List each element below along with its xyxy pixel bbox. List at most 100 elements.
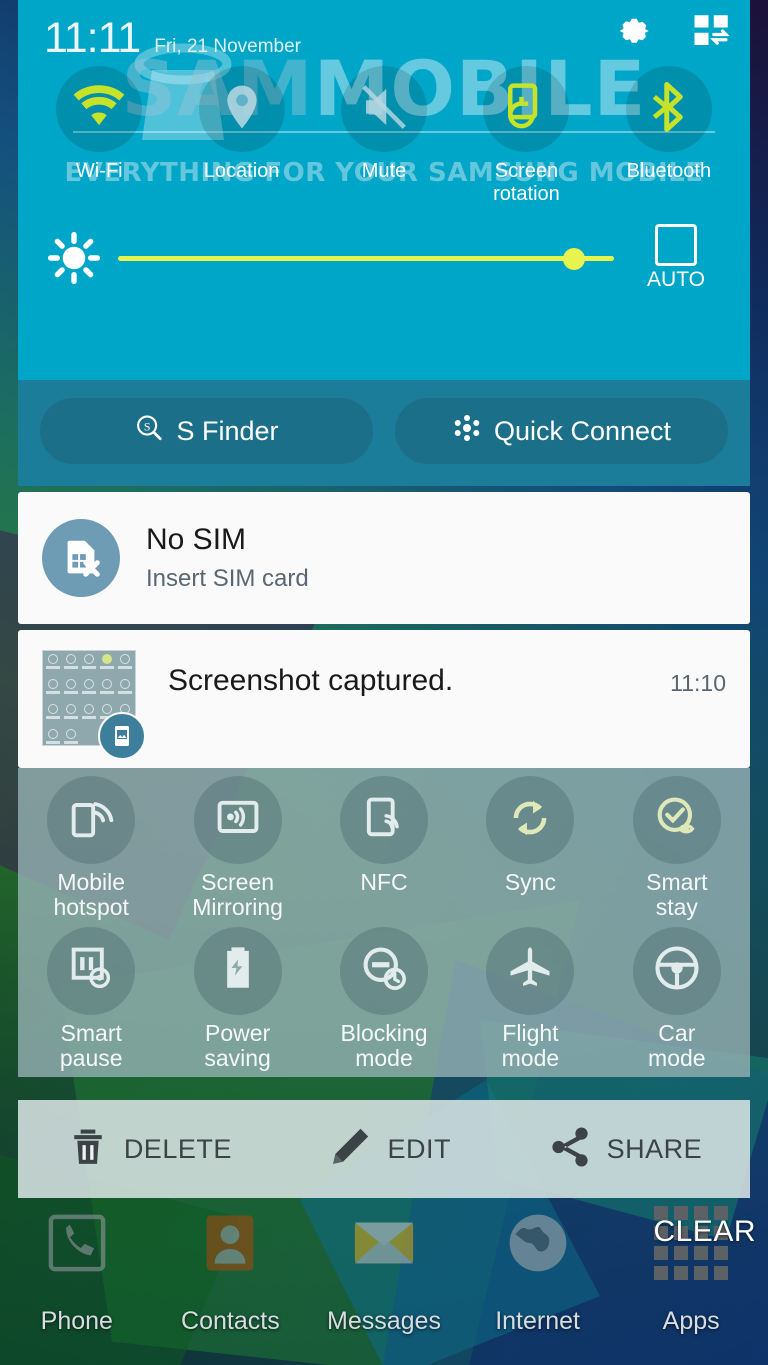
- car-mode-steering-icon: [651, 942, 703, 999]
- quick-connect-button[interactable]: Quick Connect: [395, 398, 728, 464]
- toggle-circle: [198, 66, 285, 152]
- slider-track: [118, 256, 614, 261]
- edit-button[interactable]: EDIT: [327, 1124, 451, 1175]
- toggle-wifi[interactable]: Wi-Fi: [28, 66, 170, 206]
- mobile-hotspot-icon: [65, 792, 117, 849]
- toggle-circle: [47, 926, 136, 1015]
- toggle-flight-mode[interactable]: Flight mode: [457, 926, 603, 1078]
- toggle-circle: [486, 926, 575, 1015]
- toggle-label: Bluetooth: [626, 160, 712, 182]
- toggle-label: Flight mode: [501, 1019, 560, 1071]
- quick-toggle-row: Wi-Fi Location Mute Screen rotation Blue…: [18, 66, 750, 206]
- clock: 11:11: [44, 14, 141, 62]
- location-pin-icon: [215, 80, 269, 139]
- toggle-nfc[interactable]: NFC: [311, 776, 457, 927]
- nfc-icon: [358, 792, 410, 849]
- expanded-toggle-row-1: Mobile hotspot Screen Mirroring NFC Sync…: [18, 776, 750, 927]
- expanded-toggle-grid: Mobile hotspot Screen Mirroring NFC Sync…: [18, 768, 750, 1078]
- toggle-bluetooth[interactable]: Bluetooth: [598, 66, 740, 206]
- screen-rotation-icon: [499, 80, 553, 139]
- delete-button[interactable]: DELETE: [66, 1124, 232, 1175]
- action-label: EDIT: [387, 1133, 451, 1164]
- share-nodes-icon: [547, 1124, 593, 1175]
- toggle-label: Screen rotation: [493, 160, 560, 205]
- toggle-label: Mobile hotspot: [53, 869, 129, 921]
- toggle-mobile-hotspot[interactable]: Mobile hotspot: [18, 776, 164, 927]
- share-button[interactable]: SHARE: [547, 1124, 703, 1175]
- clear-notifications-button[interactable]: CLEAR: [653, 1215, 756, 1249]
- dock-label: Internet: [495, 1307, 580, 1335]
- toggle-car-mode[interactable]: Car mode: [604, 926, 750, 1078]
- toggle-label: Screen Mirroring: [192, 869, 283, 921]
- toggle-circle: [341, 66, 428, 152]
- toggle-sync[interactable]: Sync: [457, 776, 603, 927]
- notification-no-sim[interactable]: No SIM Insert SIM card: [18, 492, 750, 624]
- action-label: DELETE: [123, 1133, 232, 1164]
- blocking-mode-icon: [358, 942, 410, 999]
- dock-item-internet[interactable]: Internet: [461, 1205, 615, 1336]
- power-saving-icon: [212, 942, 264, 999]
- brightness-row: AUTO: [18, 206, 750, 292]
- s-finder-label: S Finder: [176, 415, 279, 446]
- dock-item-contacts[interactable]: Contacts: [154, 1205, 308, 1336]
- toggle-label: Smart stay: [646, 869, 708, 921]
- toggle-smart-stay[interactable]: Smart stay: [604, 776, 750, 927]
- sync-icon: [504, 792, 556, 849]
- toggle-circle: [632, 776, 721, 864]
- toggle-circle: [193, 776, 282, 864]
- dock-label: Messages: [327, 1307, 441, 1335]
- toggle-label: Sync: [504, 869, 556, 895]
- gear-icon[interactable]: [612, 10, 654, 57]
- slider-knob[interactable]: [563, 248, 586, 270]
- toggle-mute[interactable]: Mute: [313, 66, 455, 206]
- toggle-location[interactable]: Location: [170, 66, 312, 206]
- auto-label: AUTO: [647, 268, 705, 291]
- status-row: 11:11 Fri, 21 November: [18, 0, 750, 62]
- wifi-icon: [70, 78, 128, 141]
- brightness-sun-icon: [44, 231, 104, 285]
- toggle-label: Car mode: [648, 1019, 706, 1071]
- screenshot-action-bar: DELETE EDIT SHARE: [18, 1100, 750, 1198]
- shortcut-band: S S Finder Quick Connect: [18, 380, 750, 486]
- toggle-circle: [56, 66, 143, 152]
- smart-pause-icon: [65, 942, 117, 999]
- toggle-circle: [340, 926, 429, 1015]
- screenshot-thumbnail[interactable]: [42, 650, 146, 760]
- toggle-smart-pause[interactable]: Smart pause: [18, 926, 164, 1078]
- messages-envelope-icon: [346, 1205, 422, 1281]
- toggle-label: Location: [203, 160, 280, 182]
- checkbox-square: [655, 224, 697, 266]
- auto-brightness-checkbox[interactable]: AUTO: [628, 224, 724, 292]
- quick-settings-grid-icon[interactable]: [690, 10, 734, 57]
- toggle-label: Smart pause: [59, 1019, 123, 1071]
- mute-speaker-icon: [357, 80, 411, 139]
- toggle-label: Blocking mode: [340, 1019, 428, 1071]
- screen-mirroring-icon: [212, 792, 264, 849]
- toggle-blocking-mode[interactable]: Blocking mode: [311, 926, 457, 1078]
- notification-title: No SIM: [146, 523, 247, 556]
- toggle-circle: [483, 66, 570, 152]
- toggle-circle: [340, 776, 429, 864]
- notification-screenshot[interactable]: Screenshot captured. 11:10: [18, 630, 750, 768]
- expanded-toggle-row-2: Smart pause Power saving Blocking mode F…: [18, 926, 750, 1078]
- dock-item-messages[interactable]: Messages: [307, 1205, 461, 1336]
- svg-text:S: S: [144, 419, 151, 433]
- gallery-image-icon: [98, 712, 146, 760]
- toggle-label: NFC: [360, 869, 408, 895]
- s-finder-button[interactable]: S S Finder: [40, 398, 373, 464]
- toggle-label: Wi-Fi: [75, 160, 123, 182]
- dock-label: Phone: [40, 1307, 113, 1335]
- notification-subtitle: Insert SIM card: [146, 565, 309, 592]
- toggle-screen-rotation[interactable]: Screen rotation: [455, 66, 597, 206]
- dock-item-phone[interactable]: Phone: [0, 1205, 154, 1336]
- toggle-power-saving[interactable]: Power saving: [164, 926, 310, 1078]
- toggle-circle: [632, 926, 721, 1015]
- action-label: SHARE: [606, 1133, 703, 1164]
- airplane-icon: [504, 942, 556, 999]
- dock-label: Apps: [662, 1307, 720, 1335]
- toggle-screen-mirroring[interactable]: Screen Mirroring: [164, 776, 310, 927]
- pencil-icon: [327, 1124, 373, 1175]
- toggle-circle: [193, 926, 282, 1015]
- phone-handset-icon: [39, 1205, 115, 1281]
- brightness-slider[interactable]: [118, 240, 614, 276]
